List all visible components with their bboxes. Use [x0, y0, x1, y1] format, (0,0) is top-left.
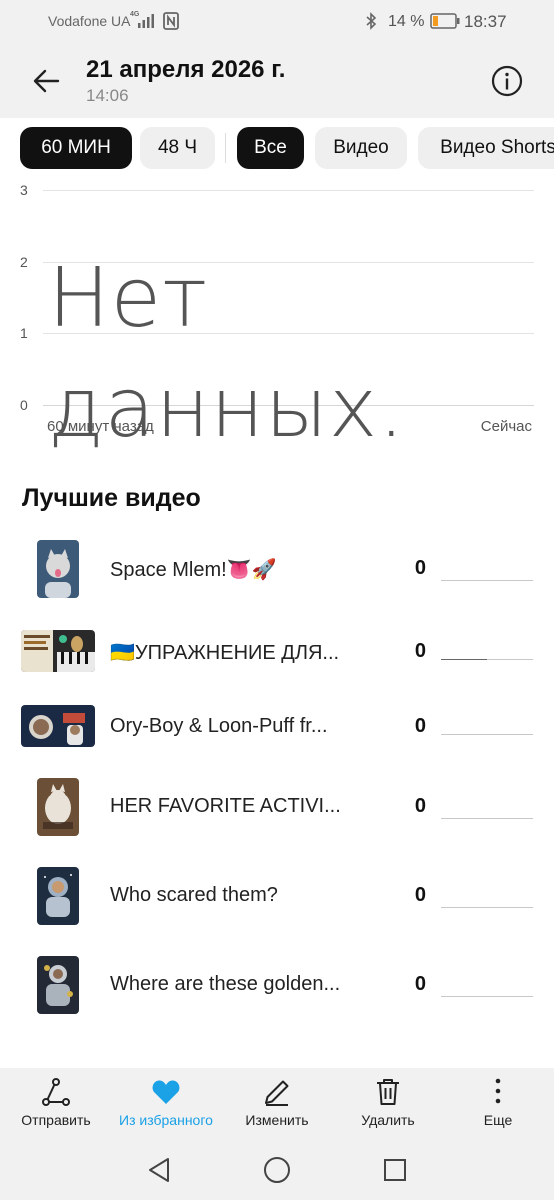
video-bar-track	[441, 996, 533, 997]
list-item[interactable]: Where are these golden... 0	[0, 956, 554, 1036]
bottom-action-bar: Отправить Из избранного Изменить Удалить…	[0, 1068, 554, 1140]
heart-icon	[152, 1080, 180, 1104]
video-bar-track	[441, 734, 533, 735]
video-title: Space Mlem!👅🚀	[110, 559, 277, 581]
edit-button[interactable]: Изменить	[222, 1068, 332, 1140]
info-icon[interactable]	[490, 64, 524, 98]
nfc-icon	[163, 12, 179, 30]
video-thumbnail	[37, 956, 79, 1014]
video-title: HER FAVORITE ACTIVI...	[110, 795, 341, 817]
video-bar-track	[441, 659, 533, 660]
trash-icon	[377, 1079, 399, 1105]
chip-60-min[interactable]: 60 МИН	[20, 127, 132, 169]
video-bar-track	[441, 907, 533, 908]
back-triangle-icon[interactable]	[146, 1156, 172, 1184]
video-count: 0	[414, 884, 426, 906]
battery-icon	[430, 13, 460, 29]
recents-square-icon[interactable]	[382, 1156, 408, 1184]
x-axis-end-label: Сейчас	[480, 418, 532, 435]
y-tick-label: 1	[20, 325, 28, 341]
y-tick-label: 0	[20, 397, 28, 413]
video-count: 0	[414, 557, 426, 579]
more-vertical-icon	[495, 1078, 501, 1104]
analytics-panel: 60 МИН 48 Ч Все Видео Видео Shorts 3 2 1…	[0, 118, 554, 1068]
y-tick-label: 2	[20, 254, 28, 270]
clock: 18:37	[464, 12, 507, 31]
video-title: Ory-Boy & Loon-Puff fr...	[110, 715, 328, 737]
x-axis-start-label: 60 минут назад	[47, 418, 154, 435]
video-title: Where are these golden...	[110, 973, 341, 995]
more-label: Еще	[483, 1112, 513, 1128]
carrier-name: Vodafone UA	[48, 13, 131, 29]
chip-divider	[225, 133, 226, 163]
delete-label: Удалить	[361, 1112, 415, 1128]
more-button[interactable]: Еще	[443, 1068, 553, 1140]
list-item[interactable]: 🇺🇦УПРАЖНЕНИЕ ДЛЯ... 0	[0, 628, 554, 708]
battery-percent: 14 %	[388, 13, 425, 30]
list-item[interactable]: HER FAVORITE ACTIVI... 0	[0, 778, 554, 858]
video-count: 0	[414, 640, 426, 662]
list-item[interactable]: Space Mlem!👅🚀 0	[0, 540, 554, 620]
unfavorite-button[interactable]: Из избранного	[111, 1068, 221, 1140]
video-count: 0	[414, 973, 426, 995]
views-chart: 3 2 1 0 Нет данных. 60 минут назад Сейча…	[0, 180, 554, 456]
video-thumbnail	[21, 705, 95, 747]
video-bar-fill	[441, 659, 487, 660]
edit-label: Изменить	[245, 1112, 309, 1128]
video-bar-track	[441, 818, 533, 819]
video-thumbnail	[37, 867, 79, 925]
video-bar-track	[441, 580, 533, 581]
video-title: 🇺🇦УПРАЖНЕНИЕ ДЛЯ...	[110, 642, 340, 664]
signal-icon	[138, 14, 154, 28]
back-arrow-icon[interactable]	[30, 64, 64, 98]
share-icon	[42, 1078, 70, 1106]
system-nav-bar	[0, 1140, 554, 1200]
delete-button[interactable]: Удалить	[333, 1068, 443, 1140]
chip-all[interactable]: Все	[237, 127, 304, 169]
video-count: 0	[414, 795, 426, 817]
share-label: Отправить	[21, 1112, 91, 1128]
list-item[interactable]: Who scared them? 0	[0, 867, 554, 947]
pencil-icon	[265, 1080, 289, 1106]
chip-video[interactable]: Видео	[315, 127, 407, 169]
page-title: 21 апреля 2026 г.	[86, 56, 286, 83]
unfavorite-label: Из избранного	[119, 1112, 213, 1128]
status-bar: Vodafone UA 4G 14 % 18:37	[0, 0, 554, 44]
share-button[interactable]: Отправить	[1, 1068, 111, 1140]
top-videos-title: Лучшие видео	[22, 484, 201, 512]
y-tick-label: 3	[20, 182, 28, 198]
list-item[interactable]: Ory-Boy & Loon-Puff fr... 0	[0, 703, 554, 783]
gridline-3	[43, 190, 534, 191]
home-circle-icon[interactable]	[263, 1156, 291, 1184]
chip-48-h[interactable]: 48 Ч	[140, 127, 215, 169]
video-thumbnail	[21, 630, 95, 672]
chip-shorts[interactable]: Видео Shorts	[418, 127, 554, 169]
video-thumbnail	[37, 778, 79, 836]
video-title: Who scared them?	[110, 884, 278, 906]
bluetooth-icon	[366, 12, 377, 30]
video-thumbnail	[37, 540, 79, 598]
page-subtitle: 14:06	[86, 86, 129, 105]
video-count: 0	[414, 715, 426, 737]
top-app-bar: 21 апреля 2026 г. 14:06	[0, 44, 554, 118]
